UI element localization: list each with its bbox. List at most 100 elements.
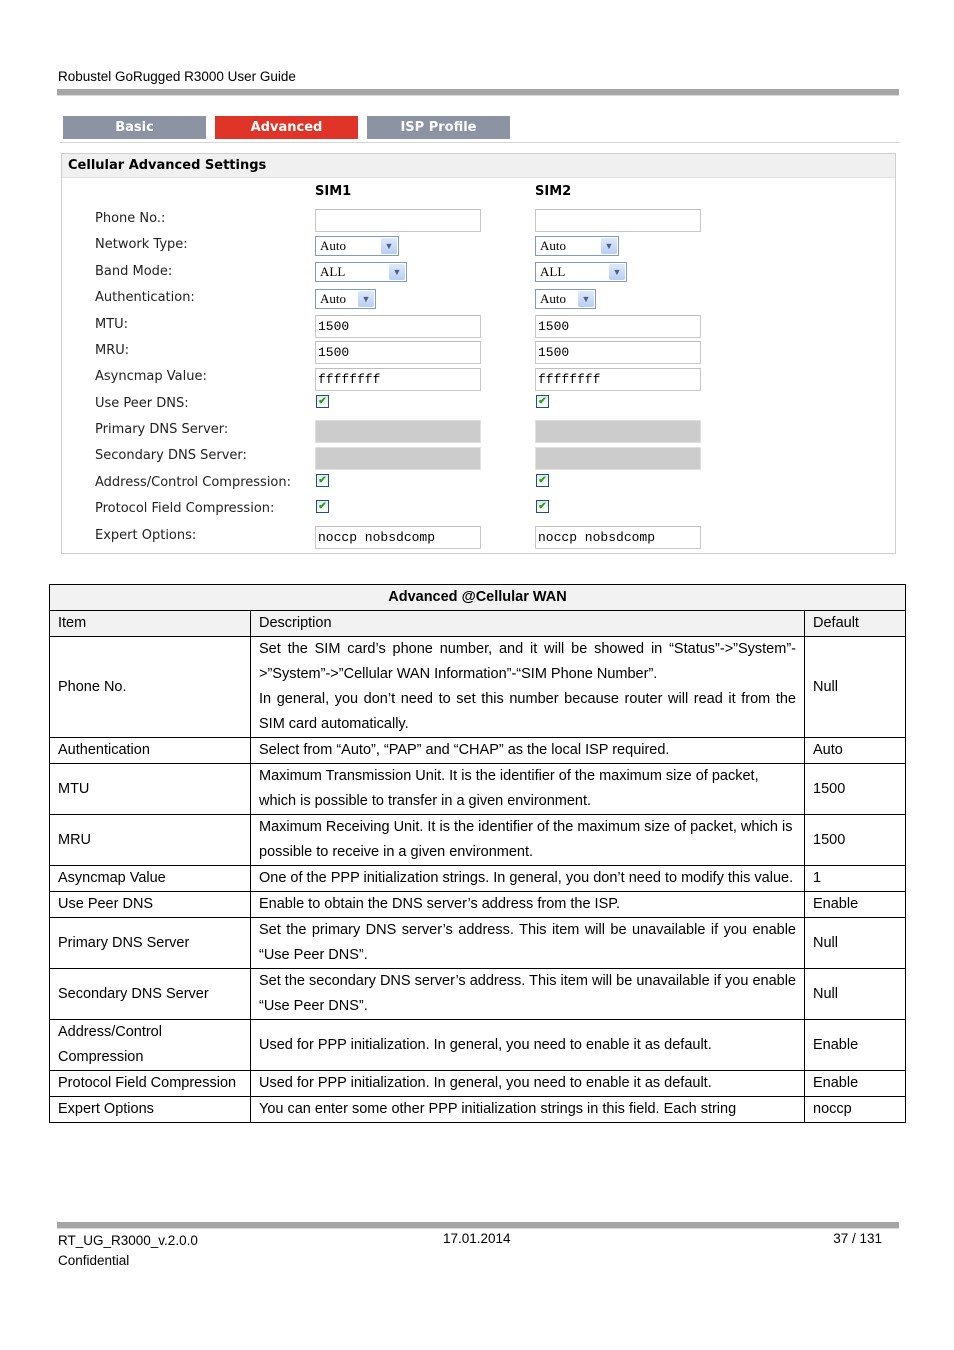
sim1-expert-options-input[interactable]: noccp nobsdcomp <box>315 526 481 549</box>
row-default: 1 <box>804 865 906 892</box>
table-header-row: Item Description Default <box>49 610 906 637</box>
tab-basic[interactable]: Basic <box>63 116 206 139</box>
label-band-mode: Band Mode: <box>95 264 173 279</box>
row-description-para: Set the SIM card’s phone number, and it … <box>259 641 796 682</box>
table-row: Primary DNS Server Set the primary DNS s… <box>49 917 906 969</box>
sim1-column-header: SIM1 <box>315 184 352 199</box>
chevron-down-icon: ▼ <box>601 238 617 254</box>
sim1-network-type-value: Auto <box>320 238 346 253</box>
footer-classification: Confidential <box>58 1253 130 1268</box>
row-item: Authentication <box>49 737 251 764</box>
sim2-expert-options-input[interactable]: noccp nobsdcomp <box>535 526 701 549</box>
sim2-mru-input[interactable]: 1500 <box>535 341 701 364</box>
row-default: noccp <box>804 1096 906 1123</box>
row-description: Used for PPP initialization. In general,… <box>250 1070 805 1097</box>
row-item: MRU <box>49 814 251 866</box>
table-row: MTU Maximum Transmission Unit. It is the… <box>49 763 906 815</box>
chevron-down-icon: ▼ <box>381 238 397 254</box>
table-title: Advanced @Cellular WAN <box>49 584 906 611</box>
table-row: Phone No. Set the SIM card’s phone numbe… <box>49 636 906 738</box>
row-item: Use Peer DNS <box>49 891 251 918</box>
row-default: Null <box>804 917 906 969</box>
sim1-mtu-input[interactable]: 1500 <box>315 315 481 338</box>
sim2-band-mode-select[interactable]: ALL ▼ <box>535 262 627 282</box>
sim1-authentication-value: Auto <box>320 291 346 306</box>
footer-rule <box>57 1222 899 1229</box>
tab-isp-profile[interactable]: ISP Profile <box>367 116 510 139</box>
sim2-asyncmap-input[interactable]: ffffffff <box>535 368 701 391</box>
row-description: Maximum Receiving Unit. It is the identi… <box>250 814 805 866</box>
table-row: MRU Maximum Receiving Unit. It is the id… <box>49 814 906 866</box>
label-authentication: Authentication: <box>95 290 195 305</box>
sim1-use-peer-dns-checkbox[interactable]: ✔ <box>316 395 329 408</box>
row-default: Enable <box>804 1070 906 1097</box>
row-default: Auto <box>804 737 906 764</box>
footer-left: RT_UG_R3000_v.2.0.0 Confidential <box>58 1231 198 1271</box>
chevron-down-icon: ▼ <box>609 264 625 280</box>
sim1-phone-input[interactable] <box>315 209 481 232</box>
chevron-down-icon: ▼ <box>389 264 405 280</box>
table-row: Protocol Field Compression Used for PPP … <box>49 1070 906 1097</box>
tab-bar: Basic Advanced ISP Profile <box>63 116 510 139</box>
sim1-mru-input[interactable]: 1500 <box>315 341 481 364</box>
sim1-asyncmap-input[interactable]: ffffffff <box>315 368 481 391</box>
sim1-primary-dns-input <box>315 420 481 443</box>
sim1-band-mode-value: ALL <box>320 264 346 279</box>
label-asyncmap: Asyncmap Value: <box>95 369 207 384</box>
label-primary-dns: Primary DNS Server: <box>95 422 229 437</box>
sim2-authentication-select[interactable]: Auto ▼ <box>535 289 596 309</box>
sim2-mtu-input[interactable]: 1500 <box>535 315 701 338</box>
row-default: Null <box>804 968 906 1020</box>
row-item: Expert Options <box>49 1096 251 1123</box>
label-network-type: Network Type: <box>95 237 188 252</box>
row-item: Protocol Field Compression <box>49 1070 251 1097</box>
sim2-phone-input[interactable] <box>535 209 701 232</box>
sim2-network-type-value: Auto <box>540 238 566 253</box>
row-item: MTU <box>49 763 251 815</box>
row-item: Asyncmap Value <box>49 865 251 892</box>
tab-divider <box>60 142 900 143</box>
row-description: Maximum Transmission Unit. It is the ide… <box>250 763 805 815</box>
sim2-use-peer-dns-checkbox[interactable]: ✔ <box>536 395 549 408</box>
header-default: Default <box>804 610 906 637</box>
row-item: Address/Control Compression <box>49 1019 251 1071</box>
sim2-network-type-select[interactable]: Auto ▼ <box>535 236 619 256</box>
sim1-address-control-compression-checkbox[interactable]: ✔ <box>316 474 329 487</box>
document-header-title: Robustel GoRugged R3000 User Guide <box>58 69 296 84</box>
cellular-advanced-settings-panel: Cellular Advanced Settings SIM1 SIM2 Pho… <box>61 153 896 554</box>
row-default: Enable <box>804 891 906 918</box>
sim2-secondary-dns-input <box>535 447 701 470</box>
sim2-protocol-field-compression-checkbox[interactable]: ✔ <box>536 500 549 513</box>
row-item: Primary DNS Server <box>49 917 251 969</box>
table-row: Use Peer DNS Enable to obtain the DNS se… <box>49 891 906 918</box>
label-secondary-dns: Secondary DNS Server: <box>95 448 247 463</box>
label-protocol-field-compression: Protocol Field Compression: <box>95 501 275 516</box>
sim1-protocol-field-compression-checkbox[interactable]: ✔ <box>316 500 329 513</box>
sim2-band-mode-value: ALL <box>540 264 566 279</box>
sim1-authentication-select[interactable]: Auto ▼ <box>315 289 376 309</box>
sim1-network-type-select[interactable]: Auto ▼ <box>315 236 399 256</box>
row-description: Set the secondary DNS server’s address. … <box>250 968 805 1020</box>
sim2-address-control-compression-checkbox[interactable]: ✔ <box>536 474 549 487</box>
header-item: Item <box>49 610 251 637</box>
footer-date: 17.01.2014 <box>443 1231 511 1246</box>
chevron-down-icon: ▼ <box>578 291 594 307</box>
sim1-band-mode-select[interactable]: ALL ▼ <box>315 262 407 282</box>
row-description: Select from “Auto”, “PAP” and “CHAP” as … <box>250 737 805 764</box>
footer-page-number: 37 / 131 <box>833 1231 882 1246</box>
row-description: Enable to obtain the DNS server’s addres… <box>250 891 805 918</box>
row-default: 1500 <box>804 814 906 866</box>
row-default: 1500 <box>804 763 906 815</box>
label-address-control-compression: Address/Control Compression: <box>95 475 292 490</box>
chevron-down-icon: ▼ <box>358 291 374 307</box>
advanced-cellular-wan-table: Advanced @Cellular WAN Item Description … <box>49 584 906 1123</box>
label-expert-options: Expert Options: <box>95 528 197 543</box>
tab-advanced[interactable]: Advanced <box>215 116 358 139</box>
row-description: One of the PPP initialization strings. I… <box>250 865 805 892</box>
row-description: Set the SIM card’s phone number, and it … <box>250 636 805 738</box>
row-description-para: In general, you don’t need to set this n… <box>259 691 796 732</box>
label-phone-no: Phone No.: <box>95 211 166 226</box>
sim1-secondary-dns-input <box>315 447 481 470</box>
row-default: Null <box>804 636 906 738</box>
sim2-column-header: SIM2 <box>535 184 572 199</box>
